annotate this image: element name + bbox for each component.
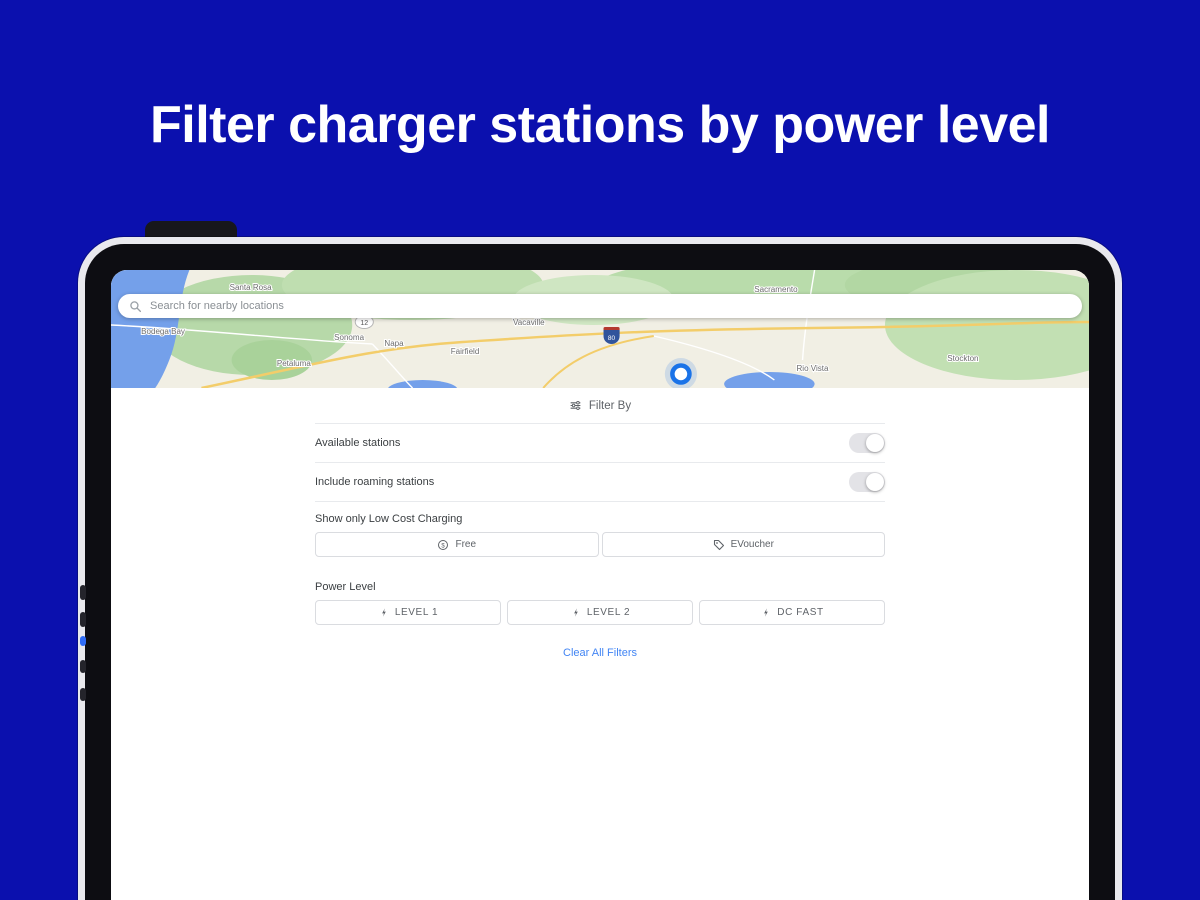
evoucher-filter-label: EVoucher [730,539,774,550]
map-label: Sacramento [754,285,798,294]
free-filter-label: Free [455,539,477,550]
low-cost-options-row: $ Free EVoucher [315,532,885,557]
map-search-bar[interactable] [118,294,1082,318]
svg-text:$: $ [442,543,446,549]
tablet-screen: 12 80 113 Santa Rosa Bodega Bay Petaluma… [111,270,1089,900]
filter-by-label: Filter By [588,399,632,412]
tablet-side-button [80,688,86,701]
free-filter-button[interactable]: $ Free [315,532,599,557]
available-stations-row: Available stations [315,424,885,463]
low-cost-section-label: Show only Low Cost Charging [315,513,463,525]
bolt-icon [573,608,578,617]
power-level-section-label: Power Level [315,581,376,593]
bolt-icon [764,608,769,617]
current-location-marker [664,358,697,388]
search-icon [130,300,142,312]
level-1-filter-button[interactable]: LEVEL 1 [315,600,501,625]
map-label: Napa [384,339,404,348]
filter-tune-icon [570,401,581,410]
map-label: Santa Rosa [230,283,273,292]
map-graphic: 12 80 113 Santa Rosa Bodega Bay Petaluma… [111,270,1089,388]
tablet-side-indicator [80,636,86,646]
bolt-icon [381,608,386,617]
roaming-stations-label: Include roaming stations [315,476,435,488]
toggle-knob [866,434,884,452]
voucher-tag-icon [713,539,724,550]
map-view[interactable]: 12 80 113 Santa Rosa Bodega Bay Petaluma… [111,270,1089,388]
clear-all-filters-link[interactable]: Clear All Filters [315,647,885,659]
tablet-side-button [80,660,86,673]
toggle-knob [866,473,884,491]
map-label: Bodega Bay [141,327,185,336]
filter-panel: Filter By Available stations Include roa… [111,388,1089,659]
map-label: Stockton [947,354,978,363]
tablet-device: 12 80 113 Santa Rosa Bodega Bay Petaluma… [78,237,1122,900]
dc-fast-filter-button[interactable]: DC FAST [699,600,885,625]
level-2-filter-button[interactable]: LEVEL 2 [507,600,693,625]
available-stations-label: Available stations [315,437,401,449]
dc-fast-label: DC FAST [777,607,824,618]
route-shield-80: 80 [603,327,620,344]
map-label: Vacaville [513,318,545,327]
map-label: Petaluma [277,359,311,368]
dollar-icon: $ [438,539,449,550]
power-level-options-row: LEVEL 1 LEVEL 2 DC FAST [315,600,885,625]
map-label: Fairfield [451,347,480,356]
tablet-side-button [80,612,86,627]
level-2-label: LEVEL 2 [586,607,631,618]
level-1-label: LEVEL 1 [394,607,439,618]
roaming-stations-toggle[interactable] [849,472,885,492]
map-label: Sonoma [334,333,364,342]
search-input[interactable] [150,300,1071,312]
filter-by-header[interactable]: Filter By [315,388,885,424]
tablet-side-button [80,585,86,600]
route-shield-number: 12 [360,320,368,327]
available-stations-toggle[interactable] [849,433,885,453]
evoucher-filter-button[interactable]: EVoucher [601,532,885,557]
page-title: Filter charger stations by power level [150,96,1050,154]
map-label: Rio Vista [797,364,830,373]
route-shield-number: 80 [608,335,616,342]
roaming-stations-row: Include roaming stations [315,463,885,502]
